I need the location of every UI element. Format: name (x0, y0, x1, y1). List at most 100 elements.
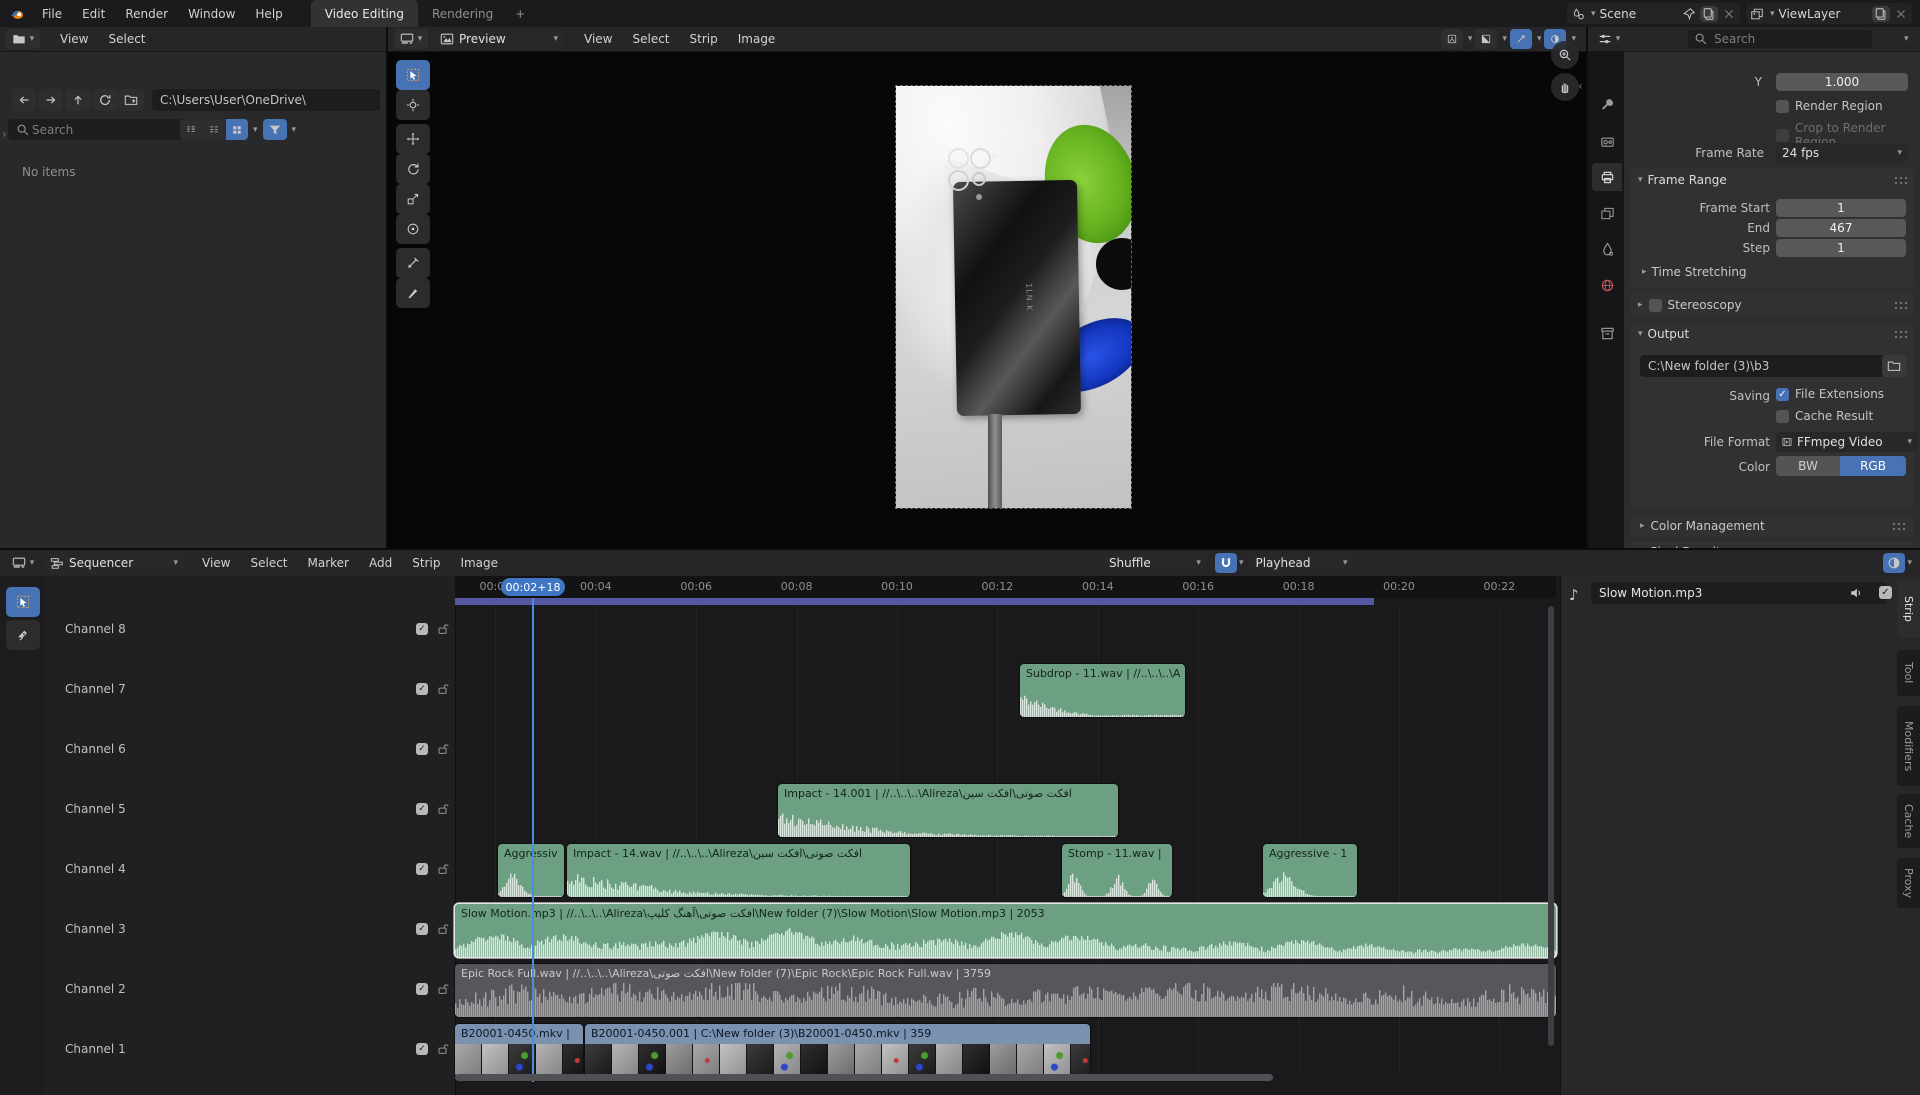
menu-file[interactable]: File (32, 7, 72, 21)
transform-tool-button[interactable] (396, 214, 430, 244)
new-scene-icon[interactable] (1700, 6, 1718, 22)
blender-logo-icon[interactable] (10, 7, 24, 21)
refresh-button[interactable] (93, 89, 117, 111)
output-panel-header[interactable]: ▾Output (1630, 323, 1914, 345)
snap-toggle-button[interactable] (1215, 553, 1237, 573)
preview-menu-view[interactable]: View (574, 32, 622, 46)
sequencer-menu-select[interactable]: Select (240, 556, 297, 570)
scene-name[interactable]: Scene (1600, 7, 1678, 21)
file-browser-menu-view[interactable]: View (50, 32, 98, 46)
scene-selector[interactable]: ▾ Scene (1567, 3, 1740, 24)
preview-menu-strip[interactable]: Strip (680, 32, 728, 46)
strip-stomp-11-wav[interactable]: Stomp - 11.wav | (1062, 844, 1172, 897)
file-browser-menu-select[interactable]: Select (98, 32, 155, 46)
strip-slow-motion-mp3[interactable]: Slow Motion.mp3 | //..\..\..\Alireza\افک… (455, 904, 1556, 957)
rotate-tool-button[interactable] (396, 154, 430, 184)
properties-tab-output-tab[interactable] (1592, 163, 1622, 191)
strip-impact-14-wav[interactable]: Impact - 14.wav | //..\..\..\Alireza\افک… (567, 844, 910, 897)
sidebar-tab-cache[interactable]: Cache (1897, 794, 1920, 848)
filter-toggle-button[interactable] (263, 119, 287, 140)
strip-aggressive-1[interactable]: Aggressive - 1 (1263, 844, 1357, 897)
channel-3-visibility-checkbox[interactable]: ✓ (416, 923, 428, 935)
channel-4-lock-icon[interactable] (436, 862, 450, 876)
menu-edit[interactable]: Edit (72, 7, 115, 21)
channel-1-visibility-checkbox[interactable]: ✓ (416, 1043, 428, 1055)
channel-8-visibility-checkbox[interactable]: ✓ (416, 623, 428, 635)
file-format-dropdown[interactable]: FFmpeg Video▾ (1776, 432, 1918, 452)
sequencer-timeline-region[interactable]: Channel 8✓Channel 7✓Channel 6✓Channel 5✓… (45, 576, 1560, 1095)
display-horizontal-list-button[interactable] (203, 119, 225, 140)
properties-tab-render-tab[interactable] (1592, 127, 1622, 155)
aspect-y-value[interactable]: 1.000 (1776, 73, 1908, 91)
unlink-scene-icon[interactable] (1722, 7, 1736, 21)
menu-help[interactable]: Help (245, 7, 292, 21)
channel-label-2[interactable]: Channel 2 (65, 982, 126, 996)
channel-label-1[interactable]: Channel 1 (65, 1042, 126, 1056)
current-frame-badge[interactable]: 00:02+18 (501, 578, 565, 596)
display-vertical-list-button[interactable] (180, 119, 202, 140)
channel-label-5[interactable]: Channel 5 (65, 802, 126, 816)
remove-viewlayer-icon[interactable] (1894, 7, 1908, 21)
viewlayer-name[interactable]: ViewLayer (1779, 7, 1868, 21)
channel-label-3[interactable]: Channel 3 (65, 922, 126, 936)
forward-button[interactable] (39, 89, 63, 111)
sequencer-menu-image[interactable]: Image (450, 556, 508, 570)
frame-range-panel-header[interactable]: ▾Frame Range (1630, 169, 1914, 191)
channel-5-lock-icon[interactable] (436, 802, 450, 816)
output-path-field[interactable] (1640, 355, 1886, 377)
properties-tab-world-tab[interactable] (1592, 271, 1622, 299)
sequencer-view-type-dropdown[interactable]: Sequencer ▾ (44, 553, 184, 573)
preview-display-mode-dropdown[interactable]: Preview ▾ (434, 29, 564, 49)
display-channels-caret-icon[interactable]: ▾ (1502, 34, 1507, 44)
properties-tab-scene-tab[interactable] (1592, 235, 1622, 263)
create-directory-button[interactable] (118, 89, 144, 111)
channel-label-7[interactable]: Channel 7 (65, 682, 126, 696)
preview-render-frame[interactable]: 1LN.K (896, 86, 1131, 508)
channel-2-lock-icon[interactable] (436, 982, 450, 996)
channel-8-lock-icon[interactable] (436, 622, 450, 636)
sequencer-menu-add[interactable]: Add (359, 556, 402, 570)
gizmos-toggle[interactable] (1510, 29, 1532, 49)
render-region-checkbox[interactable] (1776, 100, 1789, 113)
add-workspace-button[interactable]: + (507, 0, 533, 27)
output-browse-folder-button[interactable] (1882, 355, 1906, 377)
playhead-line[interactable] (532, 598, 534, 1082)
file-search-input[interactable] (8, 119, 198, 140)
properties-tab-collection-tab[interactable] (1592, 319, 1622, 347)
region-collapse-arrow[interactable]: ‹ (1578, 79, 1583, 93)
sequencer-select-tool-button[interactable] (6, 587, 40, 617)
channel-6-visibility-checkbox[interactable]: ✓ (416, 743, 428, 755)
snap-options-caret-icon[interactable]: ▾ (1239, 558, 1244, 568)
new-viewlayer-icon[interactable] (1872, 6, 1890, 22)
sequencer-overlays-caret-icon[interactable]: ▾ (1907, 558, 1912, 568)
editor-type-file-browser-button[interactable]: ▾ (6, 29, 40, 49)
workspace-tab-video-editing[interactable]: Video Editing (311, 0, 418, 27)
pan-view-button[interactable] (1551, 73, 1579, 101)
display-thumbnails-button[interactable] (226, 119, 248, 140)
sidebar-tab-modifiers[interactable]: Modifiers (1897, 706, 1920, 786)
annotate-tool-button[interactable] (396, 278, 430, 308)
cache-result-checkbox[interactable] (1776, 410, 1789, 423)
viewlayer-selector[interactable]: ▾ ViewLayer (1746, 3, 1912, 24)
color-bw-button[interactable]: BW (1776, 456, 1840, 476)
directory-path-field[interactable] (152, 89, 380, 111)
channel-label-6[interactable]: Channel 6 (65, 742, 126, 756)
channel-5-visibility-checkbox[interactable]: ✓ (416, 803, 428, 815)
sidebar-tab-strip[interactable]: Strip (1897, 580, 1920, 638)
step-value[interactable]: 1 (1776, 239, 1906, 257)
properties-tab-viewlayer-tab[interactable] (1592, 199, 1622, 227)
properties-tab-tool-tab[interactable] (1592, 91, 1622, 119)
back-button[interactable] (12, 89, 36, 111)
stereoscopy-panel-header[interactable]: ▸Stereoscopy (1630, 293, 1914, 317)
zoom-in-button[interactable] (1551, 41, 1579, 69)
move-tool-button[interactable] (396, 124, 430, 154)
overlap-mode-dropdown[interactable]: Shuffle▾ (1103, 553, 1207, 573)
snap-to-dropdown[interactable]: Playhead▾ (1249, 553, 1353, 573)
menu-render[interactable]: Render (115, 7, 178, 21)
tweak-tool-button[interactable] (396, 60, 430, 90)
editor-type-preview-button[interactable]: ▾ (394, 29, 428, 49)
sequencer-overlays-toggle[interactable] (1883, 553, 1905, 573)
color-management-panel-header[interactable]: ▸Color Management (1630, 515, 1914, 537)
channel-1-lock-icon[interactable] (436, 1042, 450, 1056)
cursor-tool-button[interactable] (396, 90, 430, 120)
